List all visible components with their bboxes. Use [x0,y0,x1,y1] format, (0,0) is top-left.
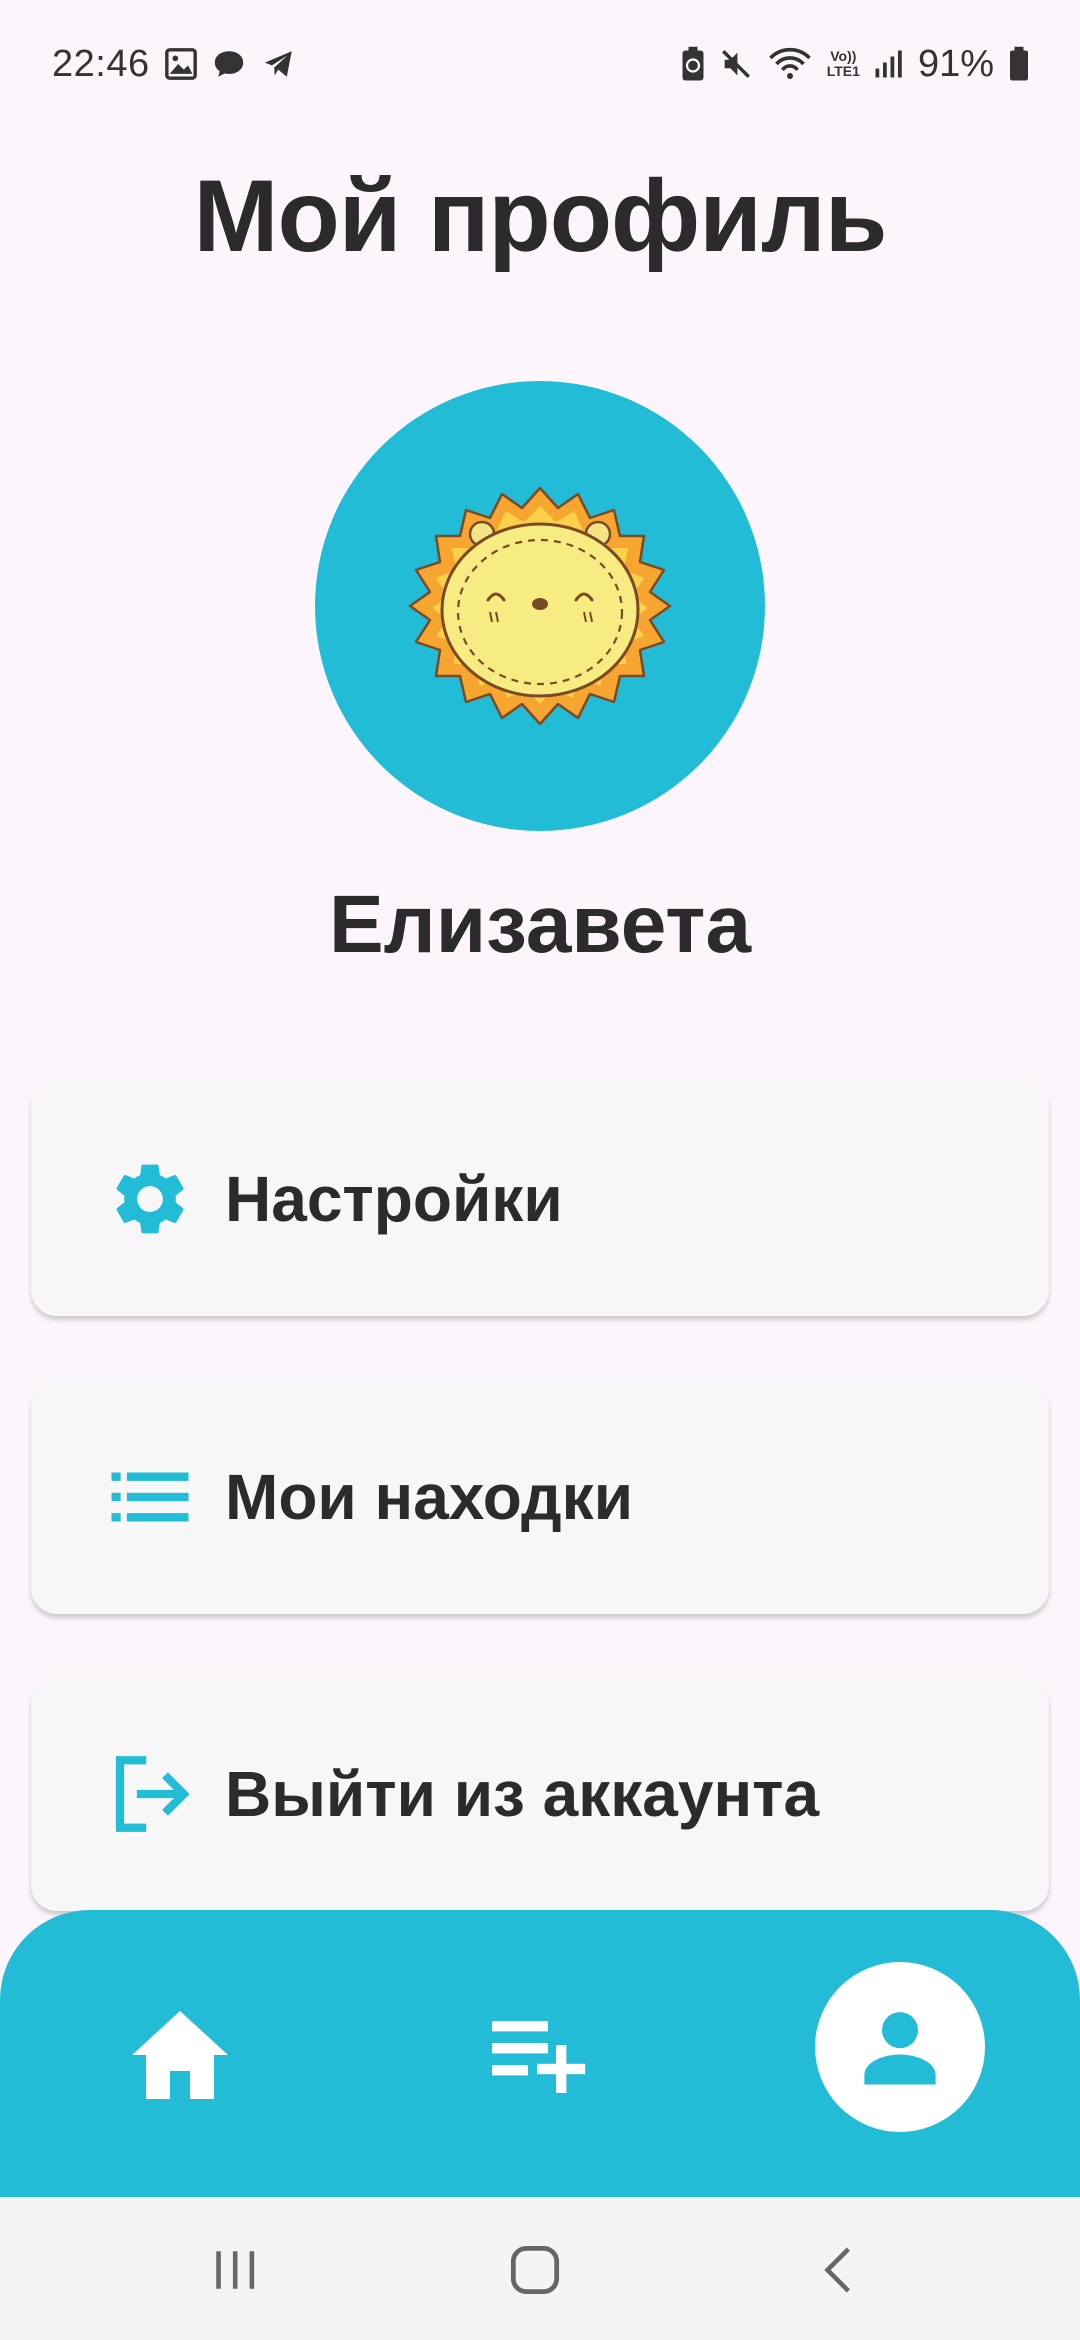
telegram-icon [260,47,298,81]
sun-lion-avatar-icon [408,486,672,726]
logout-button[interactable]: Выйти из аккаунта [31,1677,1049,1911]
chat-bubble-icon [212,47,246,81]
nav-profile-button[interactable] [815,1962,985,2132]
image-icon [164,47,198,81]
status-time: 22:46 [52,42,150,85]
recent-apps-icon [216,2251,255,2289]
status-right: Vo)) LTE1 91% [681,43,1030,86]
home-icon [510,2245,560,2295]
back-button[interactable] [805,2235,875,2305]
system-home-button[interactable] [500,2235,570,2305]
logout-icon [105,1749,195,1839]
battery-percent: 91% [917,42,994,85]
signal-icon [874,49,904,79]
nav-home-button[interactable] [120,1995,240,2115]
page-title: Мой профиль [193,159,888,273]
back-icon [824,2247,850,2293]
nav-add-to-list-button[interactable] [480,1995,600,2115]
system-navigation-bar [0,2197,1080,2340]
playlist-add-icon [492,2021,586,2093]
logout-label: Выйти из аккаунта [225,1758,820,1830]
recent-apps-button[interactable] [200,2235,270,2305]
user-name: Елизавета [328,879,752,970]
home-icon [132,2011,228,2099]
battery-saver-icon [681,46,705,82]
mute-icon [719,47,753,81]
settings-label: Настройки [225,1163,563,1235]
list-icon [105,1452,195,1542]
volte-icon: Vo)) LTE1 [827,49,860,79]
battery-icon [1008,46,1030,82]
status-left: 22:46 [52,43,298,86]
settings-button[interactable]: Настройки [31,1082,1049,1316]
gear-icon [105,1154,195,1244]
my-finds-button[interactable]: Мои находки [31,1380,1049,1614]
bottom-navigation [0,1910,1080,2197]
wifi-icon [767,46,813,82]
volte-line2: LTE1 [826,63,860,79]
avatar[interactable] [315,381,765,831]
volte-line1: Vo)) [830,48,857,64]
profile-icon [864,2012,936,2085]
status-bar: 22:46 Vo)) LTE1 91% [0,0,1080,128]
my-finds-label: Мои находки [225,1461,634,1533]
